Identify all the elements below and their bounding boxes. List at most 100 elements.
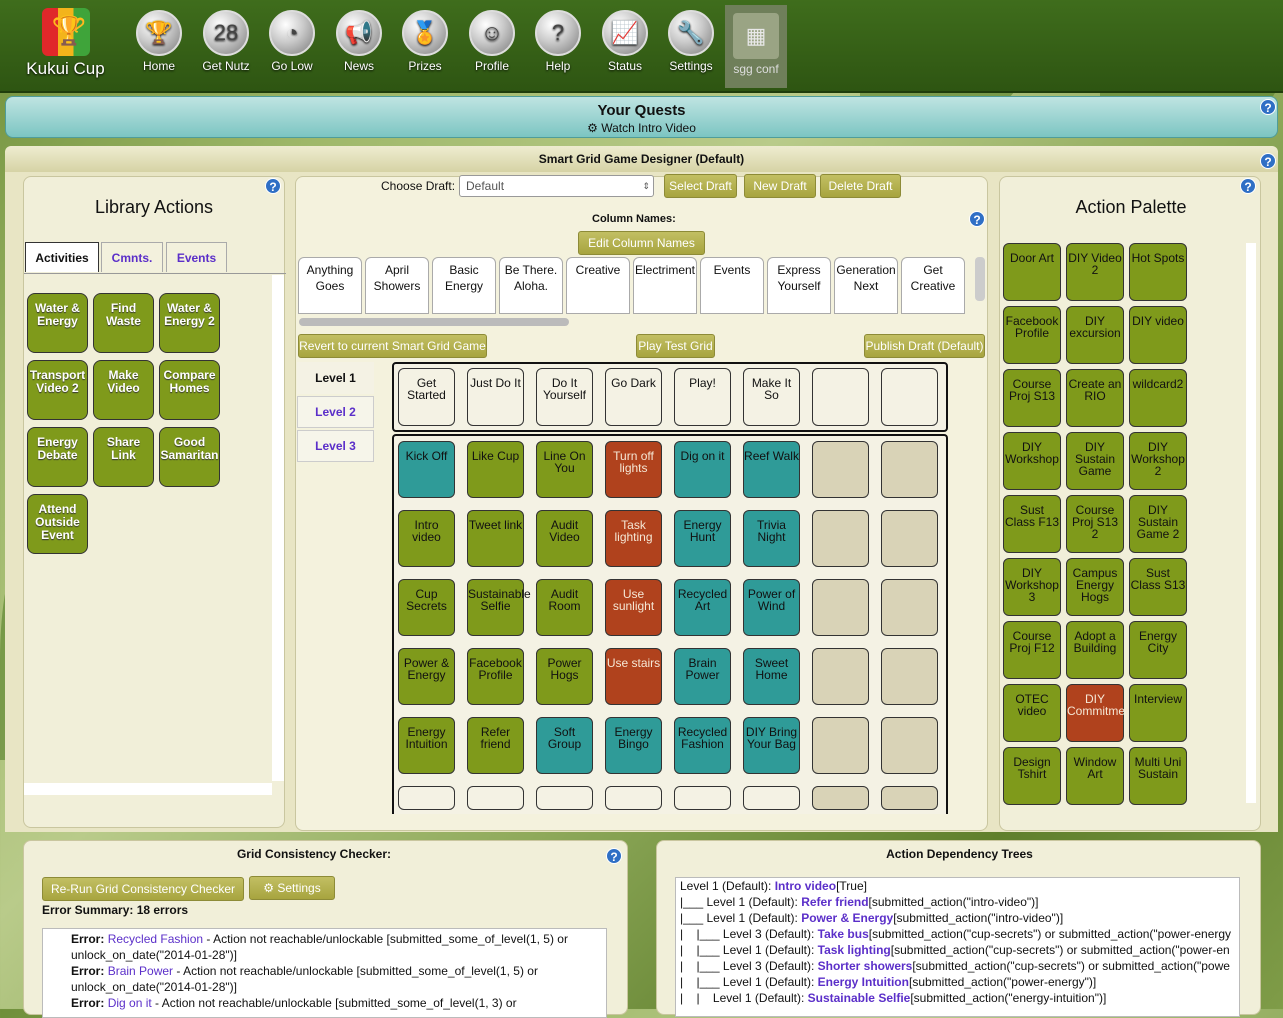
- grid-action[interactable]: Use stairs: [605, 648, 662, 705]
- tree-action-link[interactable]: Sustainable Selfie: [808, 991, 911, 1005]
- tree-action-link[interactable]: Energy Intuition: [818, 975, 909, 989]
- library-item[interactable]: Transport Video 2: [27, 360, 88, 420]
- palette-action[interactable]: wildcard2: [1129, 369, 1187, 427]
- draft-select[interactable]: Default ⇕: [459, 175, 654, 197]
- nav-item-profile[interactable]: ☺ Profile: [462, 10, 522, 73]
- column-tab[interactable]: April Showers: [365, 257, 429, 314]
- new-draft-button[interactable]: New Draft: [744, 174, 816, 198]
- palette-action[interactable]: Multi Uni Sustain: [1129, 747, 1187, 805]
- palette-action[interactable]: DIY Workshop: [1003, 432, 1061, 490]
- grid-empty-cell[interactable]: [743, 786, 800, 810]
- grid-action[interactable]: Power of Wind: [743, 579, 800, 636]
- palette-action[interactable]: DIY Workshop 2: [1129, 432, 1187, 490]
- grid-action[interactable]: Cup Secrets: [398, 579, 455, 636]
- palette-action[interactable]: Window Art: [1066, 747, 1124, 805]
- quests-help-icon[interactable]: ?: [1260, 99, 1276, 115]
- palette-action[interactable]: Design Tshirt: [1003, 747, 1061, 805]
- grid-action[interactable]: Dig on it: [674, 441, 731, 498]
- palette-action[interactable]: DIY Video 2: [1066, 243, 1124, 301]
- revert-button[interactable]: Revert to current Smart Grid Game: [298, 334, 487, 358]
- palette-action[interactable]: Facebook Profile: [1003, 306, 1061, 364]
- column-header-empty[interactable]: [812, 368, 869, 426]
- column-tab[interactable]: Electriment: [633, 257, 697, 314]
- level-tab-1[interactable]: Level 1: [297, 362, 374, 394]
- grid-action[interactable]: Power Hogs: [536, 648, 593, 705]
- grid-empty-cell[interactable]: [881, 510, 938, 567]
- grid-empty-cell[interactable]: [881, 786, 938, 810]
- grid-action[interactable]: Sustainable Selfie: [467, 579, 531, 636]
- grid-action[interactable]: Use sunlight: [605, 579, 662, 636]
- tab-events[interactable]: Events: [166, 242, 227, 272]
- tree-action-link[interactable]: Take bus: [818, 927, 869, 941]
- nav-item-get-nutz[interactable]: 28 Get Nutz: [196, 10, 256, 73]
- grid-action[interactable]: Sweet Home: [743, 648, 800, 705]
- grid-action[interactable]: Energy Bingo: [605, 717, 662, 774]
- library-item[interactable]: Find Waste: [93, 293, 154, 353]
- designer-help-icon[interactable]: ?: [1260, 153, 1276, 169]
- grid-empty-cell[interactable]: [881, 441, 938, 498]
- palette-action[interactable]: Door Art: [1003, 243, 1061, 301]
- palette-action[interactable]: Interview: [1129, 684, 1187, 742]
- checker-help-icon[interactable]: ?: [606, 848, 622, 864]
- grid-action[interactable]: Power & Energy: [398, 648, 455, 705]
- palette-action[interactable]: Sust Class F13: [1003, 495, 1061, 553]
- nav-item-sgg-conf[interactable]: ▦ sgg conf: [725, 5, 787, 88]
- nav-item-prizes[interactable]: 🏅 Prizes: [395, 10, 455, 73]
- play-test-grid-button[interactable]: Play Test Grid: [636, 334, 715, 358]
- library-item[interactable]: Compare Homes: [159, 360, 220, 420]
- palette-action[interactable]: DIY video: [1129, 306, 1187, 364]
- nav-item-status[interactable]: 📈 Status: [595, 10, 655, 73]
- grid-action[interactable]: Kick Off: [398, 441, 455, 498]
- column-tab[interactable]: Express Yourself: [767, 257, 831, 314]
- level-tab-3[interactable]: Level 3: [297, 430, 374, 462]
- error-action-link[interactable]: Dig on it: [108, 996, 152, 1010]
- palette-scrollbar[interactable]: [1246, 243, 1256, 803]
- level-tab-2[interactable]: Level 2: [297, 396, 374, 428]
- grid-action[interactable]: Line On You: [536, 441, 593, 498]
- column-hscrollbar[interactable]: [299, 318, 569, 326]
- grid-empty-cell[interactable]: [536, 786, 593, 810]
- grid-action[interactable]: DIY Bring Your Bag: [743, 717, 800, 774]
- nav-item-home[interactable]: 🏆 Home: [129, 10, 189, 73]
- grid-action[interactable]: Facebook Profile: [467, 648, 524, 705]
- column-tab[interactable]: Anything Goes: [298, 257, 362, 314]
- column-header-just-do-it[interactable]: Just Do It: [467, 368, 524, 426]
- tree-action-link[interactable]: Task lighting: [818, 943, 891, 957]
- rerun-checker-button[interactable]: Re-Run Grid Consistency Checker: [42, 877, 244, 901]
- library-scrollbar[interactable]: [272, 275, 284, 781]
- grid-empty-cell[interactable]: [398, 786, 455, 810]
- grid-action[interactable]: Audit Video: [536, 510, 593, 567]
- palette-action[interactable]: Sust Class S13: [1129, 558, 1187, 616]
- column-header-make-it-so[interactable]: Make It So: [743, 368, 800, 426]
- grid-action[interactable]: Reef Walk: [743, 441, 800, 498]
- palette-action[interactable]: Hot Spots: [1129, 243, 1187, 301]
- library-item[interactable]: Share Link: [93, 427, 154, 487]
- grid-action[interactable]: Refer friend: [467, 717, 524, 774]
- error-action-link[interactable]: Brain Power: [108, 964, 173, 978]
- tab-activities[interactable]: Activities: [25, 242, 99, 272]
- grid-action[interactable]: Turn off lights: [605, 441, 662, 498]
- column-help-icon[interactable]: ?: [969, 211, 985, 227]
- grid-empty-cell[interactable]: [881, 579, 938, 636]
- error-action-link[interactable]: Recycled Fashion: [108, 932, 203, 946]
- tab-cmnts[interactable]: Cmnts.: [101, 242, 163, 272]
- checker-settings-button[interactable]: ⚙ Settings: [249, 876, 335, 900]
- library-item[interactable]: Good Samaritan: [159, 427, 220, 487]
- grid-action[interactable]: Intro video: [398, 510, 455, 567]
- grid-action[interactable]: Trivia Night: [743, 510, 800, 567]
- grid-action[interactable]: Soft Group: [536, 717, 593, 774]
- palette-action[interactable]: DIY Commitment: [1066, 684, 1135, 742]
- palette-action[interactable]: DIY Workshop 3: [1003, 558, 1061, 616]
- grid-action[interactable]: Energy Intuition: [398, 717, 455, 774]
- grid-empty-cell[interactable]: [812, 717, 869, 774]
- column-header-play-[interactable]: Play!: [674, 368, 731, 426]
- grid-empty-cell[interactable]: [674, 786, 731, 810]
- grid-empty-cell[interactable]: [812, 579, 869, 636]
- select-draft-button[interactable]: Select Draft: [664, 174, 737, 198]
- nav-item-news[interactable]: 📢 News: [329, 10, 389, 73]
- palette-action[interactable]: Adopt a Building: [1066, 621, 1124, 679]
- palette-action[interactable]: OTEC video: [1003, 684, 1061, 742]
- column-header-go-dark[interactable]: Go Dark: [605, 368, 662, 426]
- column-scrollbar[interactable]: [975, 257, 985, 301]
- palette-action[interactable]: DIY Sustain Game: [1066, 432, 1124, 490]
